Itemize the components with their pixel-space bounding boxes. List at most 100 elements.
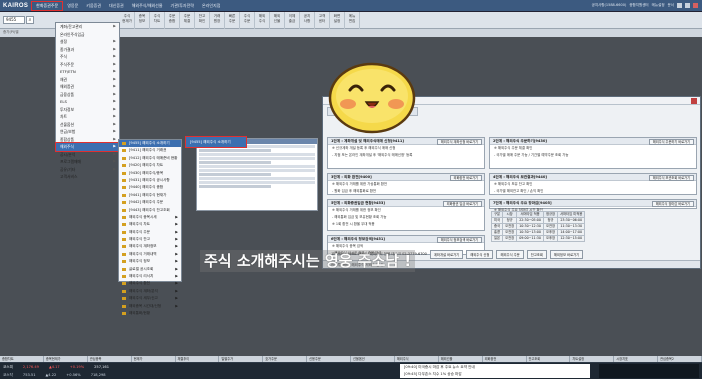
menu-item-8[interactable]: 해외증권 ▶ (56, 83, 119, 91)
submenu-item-3[interactable]: [9420] 해외주식 차트 (119, 162, 181, 169)
bottom-tab-4[interactable]: 체결추이 (176, 356, 220, 362)
bottom-tab-12[interactable]: 잔고조회 (527, 356, 571, 362)
top-right-link-0[interactable]: 공지사항(1588-6600) (592, 3, 627, 8)
submenu-item-5[interactable]: [9431] 해외주식 공시사항 (119, 177, 181, 184)
bottom-tab-5[interactable]: 일별주가 (219, 356, 264, 362)
close-icon[interactable] (693, 3, 698, 8)
toolbar-button-5[interactable]: 잔고 확인 (195, 12, 210, 29)
menu-item-6[interactable]: 온라인지점 (198, 3, 224, 9)
step-shortcut-button[interactable]: 해외주식 장마감 바로가기 (651, 201, 694, 207)
toolbar-button-10[interactable]: 해외 선물 (270, 12, 285, 29)
submenu-item-9[interactable]: [9443] 해외주식 잔고조회 (119, 207, 181, 214)
submenu-item-6[interactable]: [9440] 해외주식 종합 (119, 184, 181, 191)
toolbar-button-11[interactable]: 이체 출금 (285, 12, 300, 29)
footer-button-3[interactable]: 잔고조회 (526, 249, 547, 259)
bottom-tab-10[interactable]: 해외선물 (439, 356, 483, 362)
menu-item-18[interactable]: 프로그램매매 ▶ (56, 158, 119, 166)
footer-button-2[interactable]: 해외주식 주문 (496, 249, 524, 259)
menu-item-4[interactable]: 해외주식/해외선물 (128, 3, 167, 9)
submenu-item-19[interactable]: 해외주식 환전 ▶ (119, 280, 181, 287)
menu-item-17[interactable]: 공시/분석 ▶ (56, 151, 119, 159)
bottom-tab-2[interactable]: 관심종목 (88, 356, 132, 362)
menu-item-1[interactable]: 영웅문 (63, 3, 82, 9)
minimize-icon[interactable] (677, 3, 682, 8)
menu-item-6[interactable]: ETF/ETN ▶ (56, 68, 119, 76)
toolbar-button-13[interactable]: 고객 센터 (315, 12, 330, 29)
submenu-item-7[interactable]: [9441] 해외주식 현재가 (119, 192, 181, 199)
close-icon[interactable] (691, 98, 697, 104)
bottom-tab-6[interactable]: 호가주문 (263, 356, 308, 362)
menu-item-5[interactable]: 주식주문 ▶ (56, 61, 119, 69)
toolbar-button-15[interactable]: 메뉴 편집 (345, 12, 360, 29)
footer-button-4[interactable]: 해외정보 바로가기 (549, 249, 584, 259)
submenu-item-2[interactable]: [9412] 해외주식 매매준비 현황 (119, 155, 181, 162)
menu-item-12[interactable]: 차트 ▶ (56, 113, 119, 121)
submenu-item-11[interactable]: 해외주식 차트 ▶ (119, 221, 181, 228)
top-right-link-1[interactable]: 종합지원센터 (629, 3, 648, 8)
menu-item-3[interactable]: 종가결과 ▶ (56, 46, 119, 54)
bottom-tab-1[interactable]: 종목현재가 (44, 356, 88, 362)
submenu-item-17[interactable]: 글로벌 공시조회 ▶ (119, 266, 181, 273)
menu-item-20[interactable]: 고객서비스 (56, 173, 119, 181)
menu-item-19[interactable]: 공유/기타 ▶ (56, 166, 119, 174)
menu-item-13[interactable]: 선물옵션 ▶ (56, 121, 119, 129)
toolbar-button-1[interactable]: 종목 정보 (135, 12, 150, 29)
menu-item-15[interactable]: 종합상품 ▶ (56, 136, 119, 144)
bottom-tab-7[interactable]: 신용주문 (307, 356, 351, 362)
menu-item-4[interactable]: 주식 ▶ (56, 53, 119, 61)
step-shortcut-button[interactable]: 해외주식 보관조회 바로가기 (648, 175, 694, 181)
submenu-item-16[interactable]: 해외주식 정보 ▶ (119, 258, 181, 265)
toolbar-button-7[interactable]: 빠른 주문 (225, 12, 240, 29)
toolbar-button-6[interactable]: 거래 원장 (210, 12, 225, 29)
submenu-item-8[interactable]: [9442] 해외주식 주문 (119, 199, 181, 206)
menu-item-2[interactable]: 키움증권 (82, 3, 105, 9)
bottom-tab-9[interactable]: 해외주식 (395, 356, 439, 362)
menu-item-3[interactable]: 대신증권 (105, 3, 128, 9)
submenu-item-18[interactable]: 해외주식 리서치 ▶ (119, 273, 181, 280)
menu-item-11[interactable]: 투자정보 ▶ (56, 106, 119, 114)
step-shortcut-button[interactable]: 해외주식 주문하기 바로가기 (648, 139, 694, 145)
menu-item-1[interactable]: 온라인주식입금 (56, 31, 119, 39)
submenu-item-0[interactable]: [9455] 해외주식 소개하기 (119, 140, 181, 148)
step-shortcut-button[interactable]: 해외주식 계좌신청 바로가기 (436, 139, 482, 145)
submenu-item-14[interactable]: 해외주식 계좌정보 ▶ (119, 243, 181, 250)
submenu-item-1[interactable]: [9411] 해외주식 거래권 (119, 147, 181, 154)
top-right-link-3[interactable]: 문서 (668, 3, 674, 8)
menu-item-10[interactable]: ELS ▶ (56, 98, 119, 106)
step-shortcut-button[interactable]: 외화환전 바로가기 (449, 175, 482, 181)
toolbar-button-4[interactable]: 주문 체결 (180, 12, 195, 29)
toolbar-button-3[interactable]: 주문 종합 (165, 12, 180, 29)
third-level-menu-item[interactable]: [9455] 해외주식 소개하기 (185, 136, 247, 148)
toolbar-button-9[interactable]: 해외 주식 (255, 12, 270, 29)
news-ticker-line[interactable]: [09:40] 미국증시 마감 후 주요 뉴스 요약 안내 (400, 364, 590, 371)
search-icon[interactable]: ⌕ (26, 16, 34, 24)
bottom-tab-13[interactable]: 차트설정 (570, 356, 615, 362)
footer-button-0[interactable]: 계좌개설 바로가기 (429, 249, 464, 259)
toolbar-button-2[interactable]: 주식 차트 (150, 12, 165, 29)
menu-item-14[interactable]: 연금/보험 ▶ (56, 128, 119, 136)
menu-item-0[interactable]: 계좌/잔고관리 ▶ (56, 23, 119, 31)
submenu-item-10[interactable]: 해외주식 종목시세 ▶ (119, 214, 181, 221)
toolbar-button-8[interactable]: 주식 주문 (240, 12, 255, 29)
toolbar-button-14[interactable]: 화면 설정 (330, 12, 345, 29)
submenu-item-13[interactable]: 해외주식 잔고 ▶ (119, 236, 181, 243)
submenu-item-21[interactable]: 해외주식 세무/신고 ▶ (119, 295, 181, 302)
menu-item-16[interactable]: 해외주식 ▶ (55, 142, 120, 152)
bottom-tab-8[interactable]: 선물옵션 (351, 356, 395, 362)
bottom-tab-0[interactable]: 종합차트 (0, 356, 44, 362)
screen-number-input[interactable]: 9455 (3, 16, 25, 24)
toolbar-button-0[interactable]: 주식 현재가 (120, 12, 135, 29)
menu-item-2[interactable]: 설정 ▶ (56, 38, 119, 46)
submenu-item-4[interactable]: [9430] 해외주식/종목 (119, 170, 181, 177)
menu-item-7[interactable]: 채권 ▶ (56, 76, 119, 84)
menu-item-5[interactable]: 기관/투자전략 (167, 3, 198, 9)
submenu-item-15[interactable]: 해외주식 거래내역 ▶ (119, 251, 181, 258)
submenu-item-22[interactable]: 해외종목 시간대/신청 ▶ (119, 303, 181, 310)
bottom-tab-14[interactable]: 시장지표 (614, 356, 659, 362)
bottom-tab-3[interactable]: 현재가 (132, 356, 176, 362)
news-ticker-line[interactable]: [09:45] 다우존스 지수 1% 상승 마감 (400, 371, 590, 378)
submenu-item-12[interactable]: 해외주식 주문 ▶ (119, 229, 181, 236)
menu-item-9[interactable]: 금융상품 ▶ (56, 91, 119, 99)
footer-button-1[interactable]: 해외주식 신청 (466, 249, 494, 259)
menu-item-0[interactable]: 한화증권주문 (31, 0, 64, 11)
